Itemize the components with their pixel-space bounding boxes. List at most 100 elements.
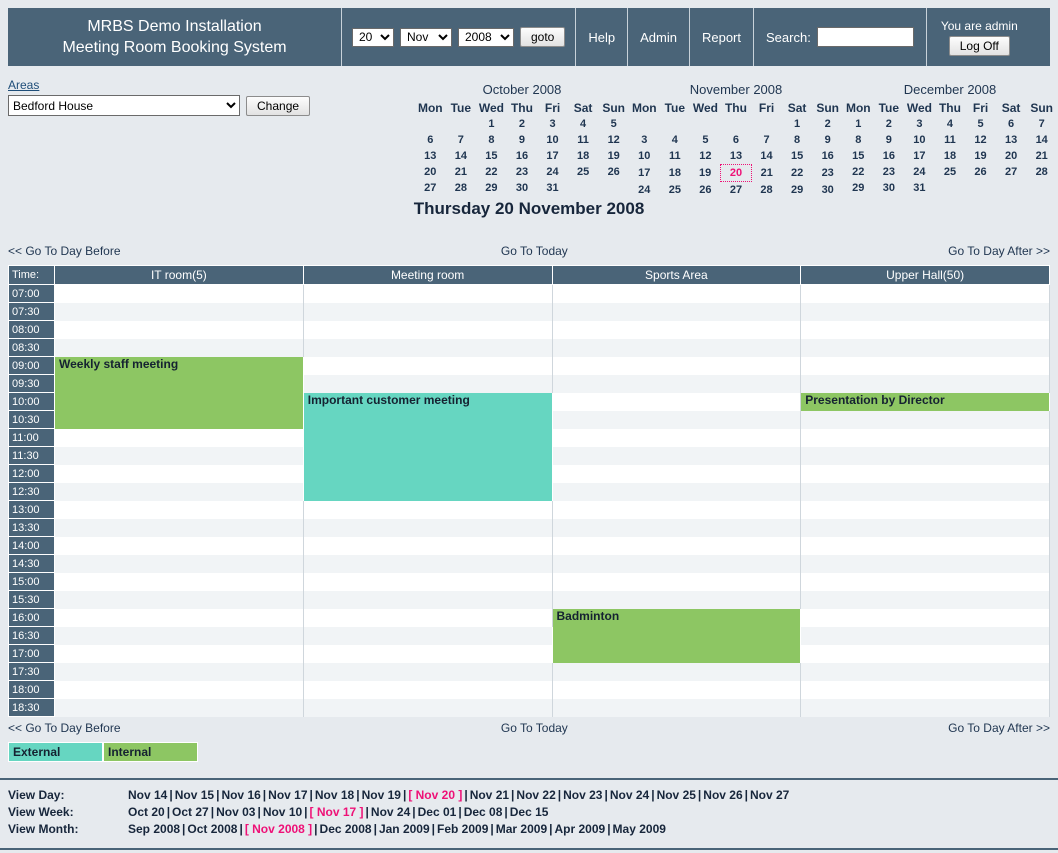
mini-calendar-day-cell[interactable]: 23 [812,165,843,182]
empty-slot[interactable] [55,699,304,717]
view-month-link[interactable]: Apr 2009 [554,822,605,836]
empty-slot[interactable] [303,303,552,321]
booking-entry[interactable]: Badminton [552,609,801,663]
mini-calendar-day-cell[interactable]: 19 [690,165,721,182]
empty-slot[interactable] [55,609,304,627]
empty-slot[interactable] [303,501,552,519]
empty-slot[interactable] [303,555,552,573]
empty-slot[interactable] [55,519,304,537]
mini-calendar-day-cell[interactable]: 28 [446,180,477,196]
mini-calendar-day-cell[interactable]: 2 [874,116,905,132]
empty-slot[interactable] [55,483,304,501]
mini-calendar-day-cell[interactable]: 5 [598,116,629,132]
empty-slot[interactable] [801,501,1050,519]
view-day-link[interactable]: Nov 21 [470,788,509,802]
empty-slot[interactable] [801,411,1050,429]
mini-calendar-day-cell[interactable]: 11 [935,132,966,148]
time-label[interactable]: 07:00 [9,285,55,303]
mini-calendar-day-cell[interactable]: 15 [782,148,813,165]
time-label[interactable]: 12:00 [9,465,55,483]
empty-slot[interactable] [303,573,552,591]
empty-slot[interactable] [801,555,1050,573]
empty-slot[interactable] [552,573,801,591]
empty-slot[interactable] [801,429,1050,447]
time-label[interactable]: 12:30 [9,483,55,501]
mini-calendar-day-cell[interactable]: 13 [415,148,446,164]
time-label[interactable]: 18:00 [9,681,55,699]
mini-calendar-day-cell[interactable]: 20 [996,148,1027,164]
empty-slot[interactable] [801,519,1050,537]
time-label[interactable]: 08:00 [9,321,55,339]
empty-slot[interactable] [801,339,1050,357]
empty-slot[interactable] [55,663,304,681]
empty-slot[interactable] [801,483,1050,501]
mini-calendar-day-cell[interactable]: 18 [568,148,599,164]
empty-slot[interactable] [55,645,304,663]
mini-calendar-day-cell[interactable]: 23 [874,164,905,180]
empty-slot[interactable] [55,339,304,357]
mini-calendar-day-cell[interactable]: 24 [904,164,935,180]
mini-calendar-day-cell[interactable]: 28 [1026,164,1057,180]
empty-slot[interactable] [801,609,1050,627]
empty-slot[interactable] [552,465,801,483]
time-label[interactable]: 13:30 [9,519,55,537]
mini-calendar-day-cell[interactable]: 6 [721,132,752,148]
empty-slot[interactable] [552,681,801,699]
mini-calendar-day-cell[interactable]: 1 [843,116,874,132]
mini-calendar-day-cell[interactable]: 14 [446,148,477,164]
room-header-3[interactable]: Upper Hall(50) [801,266,1050,285]
empty-slot[interactable] [303,285,552,303]
mini-calendar-day-cell[interactable]: 31 [904,180,935,196]
empty-slot[interactable] [303,339,552,357]
time-label[interactable]: 11:00 [9,429,55,447]
empty-slot[interactable] [552,555,801,573]
mini-calendar-day-cell[interactable]: 12 [598,132,629,148]
empty-slot[interactable] [303,699,552,717]
empty-slot[interactable] [303,321,552,339]
empty-slot[interactable] [303,681,552,699]
mini-calendar-day-cell[interactable]: 3 [904,116,935,132]
view-month-link[interactable]: Jan 2009 [379,822,430,836]
time-label[interactable]: 10:30 [9,411,55,429]
empty-slot[interactable] [801,699,1050,717]
empty-slot[interactable] [55,429,304,447]
empty-slot[interactable] [303,519,552,537]
mini-calendar-day-cell[interactable]: 25 [935,164,966,180]
empty-slot[interactable] [552,339,801,357]
year-select[interactable]: 2008 [458,28,514,47]
mini-calendar-day-cell[interactable]: 15 [843,148,874,164]
mini-calendar-day-cell[interactable]: 9 [874,132,905,148]
mini-calendar-day-cell[interactable]: 5 [965,116,996,132]
time-label[interactable]: 14:00 [9,537,55,555]
mini-calendar-day-cell[interactable]: 29 [476,180,507,196]
areas-link[interactable]: Areas [8,78,39,92]
area-select[interactable]: Bedford House [8,95,240,116]
mini-calendar-day-cell[interactable]: 30 [874,180,905,196]
empty-slot[interactable] [303,537,552,555]
mini-calendar-day-cell[interactable]: 7 [1026,116,1057,132]
mini-calendar-day-cell[interactable]: 21 [446,164,477,180]
mini-calendar-day-cell[interactable]: 14 [751,148,782,165]
nav-report-link[interactable]: Report [690,8,754,66]
go-to-today-link-bottom[interactable]: Go To Today [501,721,568,735]
mini-calendar-day-cell[interactable]: 27 [721,182,752,199]
empty-slot[interactable] [55,465,304,483]
empty-slot[interactable] [801,573,1050,591]
empty-slot[interactable] [55,591,304,609]
mini-calendar-day-cell[interactable]: 16 [812,148,843,165]
mini-calendar-day-cell[interactable]: 8 [782,132,813,148]
mini-calendar-day-cell[interactable]: 16 [874,148,905,164]
mini-calendar-day-cell[interactable]: 17 [537,148,568,164]
empty-slot[interactable] [801,627,1050,645]
empty-slot[interactable] [552,357,801,375]
mini-calendar-day-cell[interactable]: 12 [965,132,996,148]
mini-calendar-day-cell[interactable]: 2 [812,116,843,132]
empty-slot[interactable] [303,609,552,627]
empty-slot[interactable] [801,537,1050,555]
empty-slot[interactable] [552,699,801,717]
mini-calendar-day-cell[interactable]: 21 [751,165,782,182]
empty-slot[interactable] [303,663,552,681]
mini-calendar-day-cell[interactable]: 10 [629,148,660,165]
booking-entry[interactable]: Weekly staff meeting [55,357,304,429]
room-header-0[interactable]: IT room(5) [55,266,304,285]
